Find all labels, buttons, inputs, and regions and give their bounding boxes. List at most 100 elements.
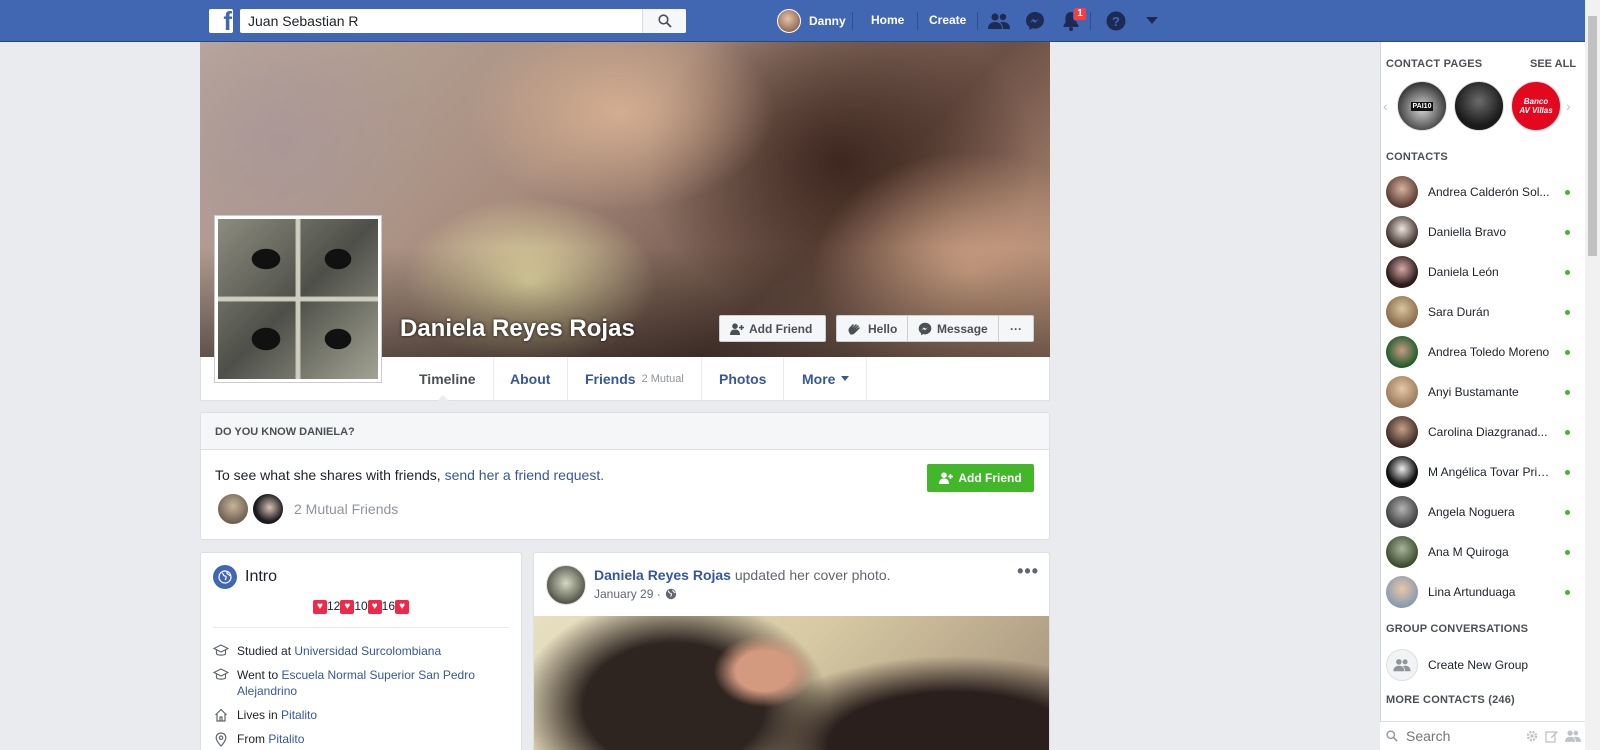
- mutual-count: 2 Mutual: [641, 372, 684, 385]
- new-group-icon[interactable]: [1565, 729, 1581, 746]
- see-all-link[interactable]: SEE ALL: [1530, 58, 1576, 70]
- search-input[interactable]: [240, 9, 635, 33]
- create-new-group[interactable]: Create New Group: [1386, 648, 1578, 682]
- home-icon: [213, 707, 229, 723]
- online-status-dot: [1565, 470, 1570, 475]
- avatar: [1386, 536, 1418, 568]
- hometown-link[interactable]: Pitalito: [268, 732, 304, 746]
- contact-item[interactable]: Daniella Bravo: [1386, 215, 1578, 249]
- search-box: [240, 9, 686, 33]
- contact-name: Angela Noguera: [1428, 505, 1515, 519]
- scrollbar-thumb[interactable]: [1588, 16, 1597, 256]
- tab-about[interactable]: About: [493, 357, 569, 400]
- post-timestamp[interactable]: January 29 ·: [594, 587, 677, 601]
- online-status-dot: [1565, 190, 1570, 195]
- contact-item[interactable]: Ana M Quiroga: [1386, 535, 1578, 569]
- profile-name[interactable]: Daniela Reyes Rojas: [400, 315, 635, 343]
- online-status-dot: [1565, 270, 1570, 275]
- ultrasound-image: [218, 219, 378, 379]
- post-author-link[interactable]: Daniela Reyes Rojas: [594, 567, 731, 583]
- more-contacts-heading[interactable]: MORE CONTACTS (246): [1386, 694, 1515, 706]
- contact-page-avatar[interactable]: PAI10: [1397, 81, 1447, 131]
- mutual-friend-avatar[interactable]: [252, 493, 284, 525]
- add-friend-icon: [939, 472, 954, 484]
- mutual-friend-avatar[interactable]: [217, 493, 249, 525]
- search-icon: [657, 14, 672, 28]
- post-action-text: updated her cover photo.: [730, 567, 891, 583]
- intro-heading: Intro: [213, 565, 277, 589]
- user-name: Danny: [809, 14, 846, 28]
- contact-item[interactable]: Lina Artunduaga: [1386, 575, 1578, 609]
- intro-title: Intro: [245, 568, 278, 585]
- avatar: [1386, 256, 1418, 288]
- chat-search-input[interactable]: [1406, 728, 1506, 744]
- contact-item[interactable]: Daniela León: [1386, 255, 1578, 289]
- tab-about-label: About: [510, 370, 551, 387]
- tab-friends-label: Friends: [585, 370, 636, 387]
- post-header: Daniela Reyes Rojas updated her cover ph…: [594, 567, 891, 583]
- contact-item[interactable]: Anyi Bustamante: [1386, 375, 1578, 409]
- account-menu-chevron-down-icon[interactable]: [1140, 10, 1164, 32]
- intro-from: From Pitalito: [213, 731, 513, 747]
- heart-icon: ♥: [367, 599, 382, 614]
- profile-link[interactable]: Danny: [777, 9, 846, 33]
- bio-number: 12: [326, 599, 341, 613]
- add-friend-green-button[interactable]: Add Friend: [927, 464, 1034, 492]
- facebook-logo-icon[interactable]: f: [209, 9, 233, 33]
- went-prefix: Went to: [237, 668, 282, 682]
- contact-item[interactable]: Andrea Calderón Sol...: [1386, 175, 1578, 209]
- avatar: [1386, 496, 1418, 528]
- tab-more[interactable]: More: [785, 357, 868, 400]
- send-friend-request-link[interactable]: send her a friend request.: [445, 467, 605, 483]
- contact-name: Andrea Toledo Moreno: [1428, 345, 1550, 359]
- contact-name: Ana M Quiroga: [1428, 545, 1509, 559]
- heart-icon: ♥: [340, 599, 355, 614]
- mutual-friends-count[interactable]: 2 Mutual Friends: [294, 501, 398, 517]
- help-icon[interactable]: ?: [1104, 10, 1128, 32]
- current-city-link[interactable]: Pitalito: [281, 708, 317, 722]
- online-status-dot: [1565, 590, 1570, 595]
- cover-photo-post: Daniela Reyes Rojas updated her cover ph…: [533, 552, 1050, 750]
- university-link[interactable]: Universidad Surcolombiana: [294, 644, 441, 658]
- messenger-icon[interactable]: [1023, 10, 1047, 32]
- post-author-avatar[interactable]: [546, 565, 586, 605]
- contact-pages-heading: CONTACT PAGES: [1386, 58, 1483, 70]
- contact-item[interactable]: Andrea Toledo Moreno: [1386, 335, 1578, 369]
- add-friend-button[interactable]: Add Friend: [719, 315, 826, 342]
- location-pin-icon: [213, 731, 229, 747]
- contact-name: Anyi Bustamante: [1428, 385, 1519, 399]
- notifications-badge: 1: [1073, 7, 1087, 21]
- message-button[interactable]: Message: [907, 315, 999, 342]
- page-label: PAI10: [1410, 101, 1434, 111]
- intro-card: Intro ♥ 12 ♥ 10 ♥ 16 ♥ Studied at Universidad …: [200, 552, 522, 750]
- tab-photos[interactable]: Photos: [702, 357, 785, 400]
- more-options-button[interactable]: ···: [998, 315, 1034, 342]
- mutual-friends-row[interactable]: 2 Mutual Friends: [217, 493, 398, 525]
- create-link[interactable]: Create: [929, 13, 966, 27]
- profile-picture[interactable]: [214, 215, 382, 383]
- tab-timeline[interactable]: Timeline: [402, 357, 494, 400]
- active-tab-indicator: [437, 395, 449, 401]
- contact-item[interactable]: M Angélica Tovar Prieto: [1386, 455, 1578, 489]
- search-button[interactable]: [642, 9, 686, 33]
- add-friend-icon: [730, 322, 744, 335]
- contact-page-avatar[interactable]: Banco AV Villas: [1511, 81, 1561, 131]
- contact-item[interactable]: Sara Durán: [1386, 295, 1578, 329]
- chevron-right-icon[interactable]: ›: [1566, 98, 1571, 114]
- contact-page-avatar[interactable]: [1454, 81, 1504, 131]
- nav-divider: [1090, 12, 1091, 30]
- home-link[interactable]: Home: [871, 13, 904, 27]
- intro-divider: [213, 627, 509, 628]
- chevron-left-icon[interactable]: ‹: [1383, 98, 1388, 114]
- hello-button[interactable]: Hello: [836, 315, 908, 342]
- svg-text:?: ?: [1112, 14, 1120, 29]
- message-label: Message: [937, 321, 988, 336]
- contact-item[interactable]: Angela Noguera: [1386, 495, 1578, 529]
- friend-requests-icon[interactable]: [987, 10, 1011, 32]
- post-options-button[interactable]: •••: [1017, 561, 1039, 582]
- contact-item[interactable]: Carolina Diazgranad...: [1386, 415, 1578, 449]
- tab-friends[interactable]: Friends 2 Mutual: [568, 357, 702, 400]
- gear-icon[interactable]: [1525, 729, 1539, 746]
- post-photo[interactable]: [534, 616, 1049, 750]
- new-message-icon[interactable]: [1545, 729, 1559, 746]
